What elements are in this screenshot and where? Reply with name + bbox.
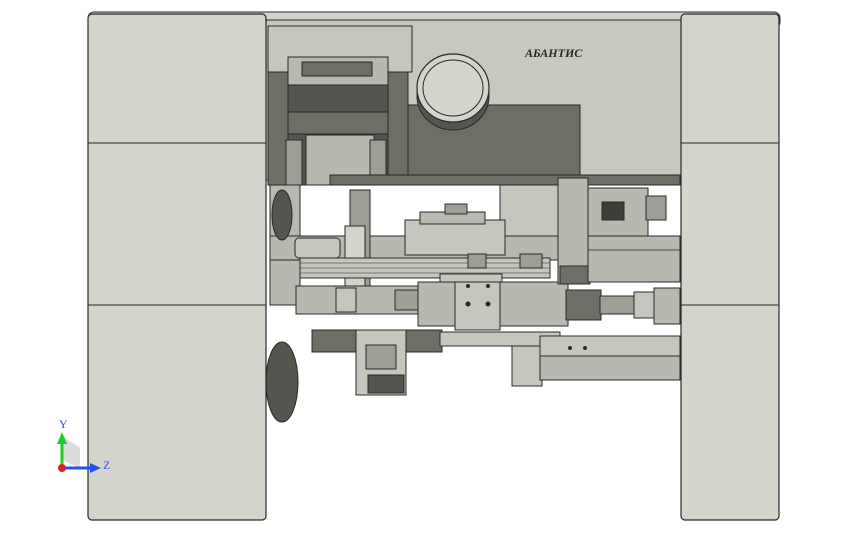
spindle-motor-circle — [416, 53, 490, 131]
brand-label: АБАНТИС — [524, 46, 583, 60]
y-arrowhead — [57, 432, 67, 444]
z-axis-label: Z — [103, 458, 110, 472]
y-axis-label: Y — [59, 417, 68, 431]
left-column — [87, 13, 267, 521]
right-column — [680, 13, 780, 521]
x-axis-dot — [58, 464, 66, 472]
lower-assembly — [311, 329, 681, 396]
cad-drawing: АБАНТИС Y Z — [57, 11, 781, 521]
cylinder-unit — [557, 177, 681, 285]
